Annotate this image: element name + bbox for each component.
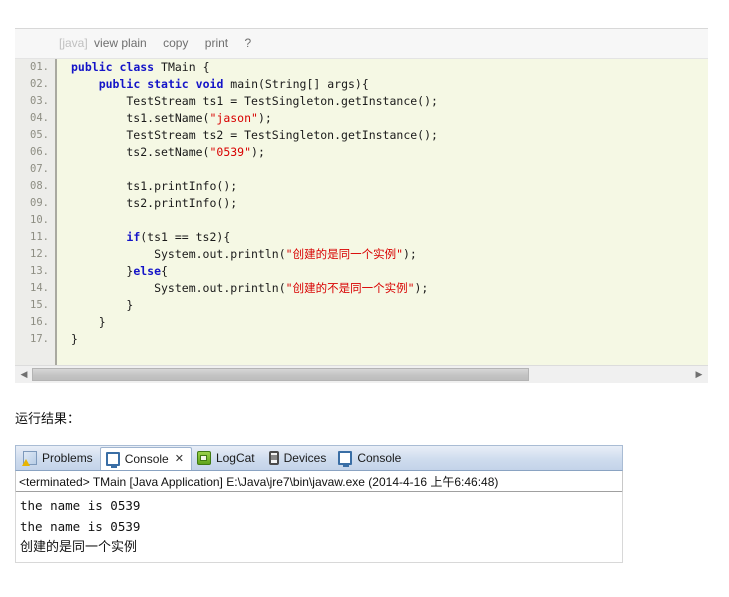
- logcat-icon: [196, 451, 211, 465]
- line-number: 12.: [30, 248, 49, 260]
- result-label: 运行结果：: [15, 412, 81, 427]
- console-tab-problems[interactable]: Problems: [18, 446, 100, 470]
- line-number: 02.: [30, 78, 49, 90]
- code-line: }: [71, 315, 106, 329]
- code-line: public class TMain {: [71, 60, 210, 74]
- line-number-gutter: 01. 02. 03. 04. 05. 06. 07. 08. 09. 10. 11. 12. 13. 1…: [15, 59, 57, 365]
- console-tab-console-2[interactable]: Console: [333, 446, 408, 470]
- console-tab-label: Devices: [283, 451, 327, 465]
- problems-icon: [22, 451, 37, 466]
- view-plain-link[interactable]: view plain: [94, 36, 147, 50]
- devices-icon: [268, 451, 279, 465]
- console-icon: [338, 451, 353, 467]
- line-number: 11.: [30, 231, 49, 243]
- code-toolbar-items: [java] view plain copy print ?: [59, 36, 251, 50]
- code-line: System.out.println("创建的是同一个实例");: [71, 247, 417, 261]
- code-block: [java] view plain copy print ? 01. 02. 03.…: [15, 28, 708, 383]
- line-number: 03.: [30, 95, 49, 107]
- code-line: ts2.printInfo();: [71, 196, 238, 210]
- scroll-right-arrow-icon[interactable]: ▶: [691, 366, 707, 383]
- console-tab-label: Console: [357, 451, 402, 465]
- console-tab-bar: Problems Console ✕ LogCat Devices Console: [15, 445, 623, 471]
- line-number: 10.: [30, 214, 49, 226]
- console-output-line: 创建的是同一个实例: [20, 540, 138, 555]
- line-number: 15.: [30, 299, 49, 311]
- code-line: ts1.setName("jason");: [71, 111, 272, 125]
- code-line: public static void main(String[] args){: [98, 77, 369, 91]
- print-link[interactable]: print: [205, 36, 228, 50]
- line-number: 06.: [30, 146, 49, 158]
- code-horizontal-scrollbar[interactable]: ◀ ▶: [15, 365, 708, 383]
- line-number: 05.: [30, 129, 49, 141]
- console-tab-devices[interactable]: Devices: [262, 446, 334, 470]
- copy-link[interactable]: copy: [163, 36, 188, 50]
- console-launch-header: <terminated> TMain [Java Application] E:…: [15, 471, 623, 492]
- code-line: }: [71, 298, 134, 312]
- console-launch-header-text: <terminated> TMain [Java Application] E:…: [19, 475, 499, 489]
- scrollbar-thumb[interactable]: [32, 368, 529, 381]
- code-body: 01. 02. 03. 04. 05. 06. 07. 08. 09. 10. 11. 12. 13. 1…: [15, 59, 708, 365]
- line-number: 04.: [30, 112, 49, 124]
- code-line: ts1.printInfo();: [71, 179, 238, 193]
- scroll-left-arrow-icon[interactable]: ◀: [16, 366, 32, 383]
- line-number: 09.: [30, 197, 49, 209]
- code-line: }: [71, 332, 78, 346]
- code-line: if(ts1 == ts2){: [126, 230, 231, 244]
- line-number: 14.: [30, 282, 49, 294]
- console-tab-label: Console: [124, 452, 169, 466]
- line-number: 01.: [30, 61, 49, 73]
- line-number: 08.: [30, 180, 49, 192]
- code-toolbar: [java] view plain copy print ?: [15, 28, 708, 59]
- line-number: 07.: [30, 163, 49, 175]
- line-number: 13.: [30, 265, 49, 277]
- console-tab-logcat[interactable]: LogCat: [192, 446, 262, 470]
- line-number: 16.: [30, 316, 49, 328]
- code-lines[interactable]: public class TMain { public static void …: [59, 59, 708, 365]
- code-line: TestStream ts1 = TestSingleton.getInstan…: [71, 94, 438, 108]
- console-output-line: the name is 0539: [20, 519, 141, 534]
- console-icon: [105, 452, 120, 468]
- line-number: 17.: [30, 333, 49, 345]
- code-line: ts2.setName("0539");: [71, 145, 265, 159]
- console-output-line: the name is 0539: [20, 498, 141, 513]
- code-language-label: [java]: [59, 36, 88, 50]
- eclipse-console-panel: Problems Console ✕ LogCat Devices Console <te…: [15, 445, 623, 563]
- code-line: TestStream ts2 = TestSingleton.getInstan…: [71, 128, 438, 142]
- code-line: System.out.println("创建的不是同一个实例");: [71, 281, 429, 295]
- console-output: the name is 0539 the name is 0539 创建的是同一个实…: [15, 492, 623, 563]
- code-line: }else{: [71, 264, 168, 278]
- console-tab-label: Problems: [42, 451, 93, 465]
- console-tab-console[interactable]: Console ✕: [99, 447, 192, 470]
- console-tab-label: LogCat: [215, 451, 255, 465]
- close-icon[interactable]: ✕: [175, 453, 184, 465]
- help-link[interactable]: ?: [244, 36, 251, 50]
